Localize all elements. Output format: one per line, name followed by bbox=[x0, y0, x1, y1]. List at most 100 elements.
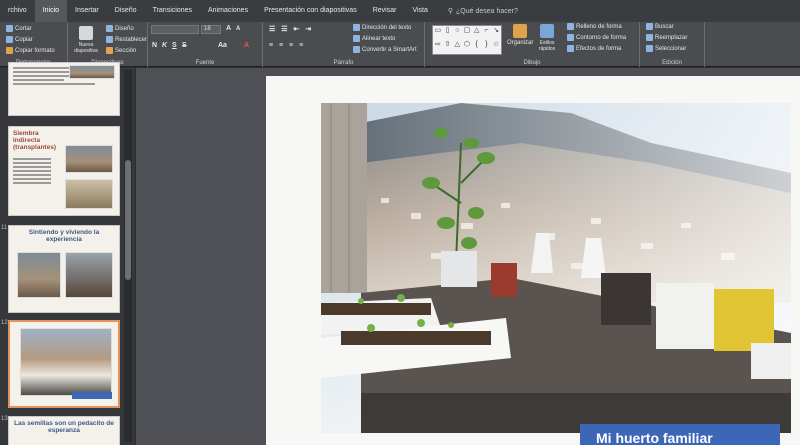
font-name-field[interactable] bbox=[151, 25, 199, 34]
slide-editing-canvas: Mi huerto familiar bbox=[136, 68, 800, 445]
tab-archivo[interactable]: rchivo bbox=[0, 0, 35, 22]
text-direction-button[interactable]: Dirección del texto bbox=[353, 24, 411, 31]
font-color-button[interactable]: A bbox=[244, 42, 249, 49]
tab-insertar[interactable]: Insertar bbox=[67, 0, 107, 22]
bold-button[interactable]: N bbox=[152, 42, 157, 49]
slide-thumbnail[interactable]: Las semillas son un pedacito de esperanz… bbox=[8, 416, 120, 445]
find-button[interactable]: Buscar bbox=[646, 23, 674, 30]
tab-revisar[interactable]: Revisar bbox=[365, 0, 405, 22]
grow-font-button[interactable]: A bbox=[226, 25, 231, 32]
strikethrough-button[interactable]: S bbox=[182, 42, 187, 49]
layout-icon bbox=[106, 25, 113, 32]
replace-icon bbox=[646, 34, 653, 41]
copy-button[interactable]: Copiar bbox=[6, 36, 33, 43]
tell-me-placeholder: ¿Qué desea hacer? bbox=[456, 7, 518, 15]
shape-outline-button[interactable]: Contorno de forma bbox=[567, 34, 626, 41]
tab-diseno[interactable]: Diseño bbox=[107, 0, 145, 22]
editing-group: Buscar Reemplazar Seleccionar Edición bbox=[640, 22, 705, 67]
shape-effects-label: Efectos de forma bbox=[576, 45, 622, 52]
cursor-icon bbox=[646, 45, 653, 52]
editing-group-label: Edición bbox=[662, 60, 682, 66]
slide-number: 12 bbox=[1, 320, 8, 326]
tab-presentacion[interactable]: Presentación con diapositivas bbox=[256, 0, 365, 22]
slides-group: Nueva diapositiva Diseño Restablecer Sec… bbox=[68, 22, 148, 67]
current-slide[interactable]: Mi huerto familiar bbox=[266, 76, 800, 445]
reset-button[interactable]: Restablecer bbox=[106, 36, 147, 43]
replace-button[interactable]: Reemplazar bbox=[646, 34, 687, 41]
paragraph-group: ☰ ☰ ⇤ ⇥ ≡ ≡ ≡ ≡ Dirección del texto Alin… bbox=[263, 22, 425, 67]
format-painter-label: Copiar formato bbox=[15, 47, 55, 54]
reset-label: Restablecer bbox=[115, 36, 148, 43]
smartart-label: Convertir a SmartArt bbox=[362, 46, 417, 53]
drawing-group: ▭ ▯ ○ ▢ △ ⌐ ↘ ⇨ ⇧ △ ⬡{} ☆ Organizar Estilos rápido… bbox=[425, 22, 640, 67]
arrange-label: Organizar bbox=[507, 40, 534, 46]
find-label: Buscar bbox=[655, 23, 674, 30]
new-slide-button[interactable]: Nueva diapositiva bbox=[72, 26, 100, 54]
paintbrush-icon bbox=[6, 47, 13, 54]
underline-button[interactable]: S bbox=[172, 42, 177, 49]
layout-button[interactable]: Diseño bbox=[106, 25, 134, 32]
paragraph-group-label: Párrafo bbox=[333, 60, 354, 66]
arrange-icon bbox=[513, 24, 528, 38]
align-text-icon bbox=[353, 35, 360, 42]
slide-thumbnail[interactable] bbox=[8, 62, 120, 116]
shrink-font-button[interactable]: A bbox=[236, 26, 240, 32]
slide-image bbox=[65, 252, 113, 298]
align-icons[interactable]: ≡ ≡ ≡ ≡ bbox=[269, 42, 305, 49]
slide-title: Las semillas son un pedacito de esperanz… bbox=[14, 420, 114, 434]
slide-thumbnail[interactable]: Siembra indirecta (transplantes) bbox=[8, 126, 120, 216]
slide-title: Siembra indirecta (transplantes) bbox=[13, 130, 56, 151]
slide-image bbox=[65, 179, 113, 209]
smartart-icon bbox=[353, 46, 360, 53]
font-size-field[interactable]: 18 bbox=[201, 25, 221, 34]
section-label: Sección bbox=[115, 47, 137, 54]
tab-inicio[interactable]: Inicio bbox=[34, 0, 68, 22]
shape-fill-button[interactable]: Relleno de forma bbox=[567, 23, 622, 30]
section-button[interactable]: Sección bbox=[106, 47, 136, 54]
tab-transiciones[interactable]: Transiciones bbox=[145, 0, 200, 22]
lightbulb-icon: ⚲ bbox=[447, 8, 454, 15]
garden-photo[interactable] bbox=[321, 103, 791, 433]
new-slide-label: Nueva diapositiva bbox=[74, 42, 98, 54]
tab-animaciones[interactable]: Animaciones bbox=[200, 0, 256, 22]
effects-icon bbox=[567, 45, 574, 52]
layout-label: Diseño bbox=[115, 25, 134, 32]
change-case-button[interactable]: Aa bbox=[218, 42, 227, 49]
align-text-button[interactable]: Alinear texto bbox=[353, 35, 395, 42]
tab-vista[interactable]: Vista bbox=[404, 0, 435, 22]
shape-fill-label: Relleno de forma bbox=[576, 23, 622, 30]
slide-thumbnail[interactable]: Sintiendo y viviendo la experiencia bbox=[8, 225, 120, 313]
smartart-button[interactable]: Convertir a SmartArt bbox=[353, 46, 417, 53]
slide-image bbox=[20, 328, 112, 396]
select-label: Seleccionar bbox=[655, 45, 687, 52]
scissors-icon bbox=[6, 25, 13, 32]
shape-outline-label: Contorno de forma bbox=[576, 34, 627, 41]
section-icon bbox=[106, 47, 113, 54]
drawing-group-label: Dibujo bbox=[523, 60, 541, 66]
cut-button[interactable]: Cortar bbox=[6, 25, 32, 32]
slide-thumbnail-selected[interactable] bbox=[8, 320, 120, 408]
font-group: 18 A A N K S S Aa A Fuente bbox=[148, 22, 263, 67]
slide-image bbox=[69, 65, 115, 79]
arrange-button[interactable]: Organizar bbox=[507, 24, 533, 46]
slides-panel-scrollbar[interactable] bbox=[124, 70, 132, 442]
shapes-gallery[interactable]: ▭ ▯ ○ ▢ △ ⌐ ↘ ⇨ ⇧ △ ⬡{} ☆ bbox=[432, 25, 502, 55]
shape-effects-button[interactable]: Efectos de forma bbox=[567, 45, 621, 52]
quick-styles-label: Estilos rápidos bbox=[538, 40, 556, 52]
scrollbar-thumb[interactable] bbox=[125, 160, 131, 280]
quick-styles-icon bbox=[540, 24, 554, 38]
select-button[interactable]: Seleccionar bbox=[646, 45, 686, 52]
format-painter-button[interactable]: Copiar formato bbox=[6, 47, 55, 54]
slide-number: 13 bbox=[1, 416, 8, 422]
slide-image bbox=[17, 252, 61, 298]
new-slide-icon bbox=[79, 26, 93, 40]
tell-me-search[interactable]: ⚲ ¿Qué desea hacer? bbox=[436, 7, 518, 16]
pencil-icon bbox=[567, 34, 574, 41]
slide-caption-bar bbox=[72, 392, 112, 399]
copy-label: Copiar bbox=[15, 36, 33, 43]
bullets-icon[interactable]: ☰ ☰ ⇤ ⇥ bbox=[269, 25, 313, 33]
slide-title: Sintiendo y viviendo la experiencia bbox=[28, 229, 100, 243]
italic-button[interactable]: K bbox=[162, 42, 167, 49]
slide-caption[interactable]: Mi huerto familiar bbox=[580, 424, 780, 445]
quick-styles-button[interactable]: Estilos rápidos bbox=[537, 24, 557, 52]
